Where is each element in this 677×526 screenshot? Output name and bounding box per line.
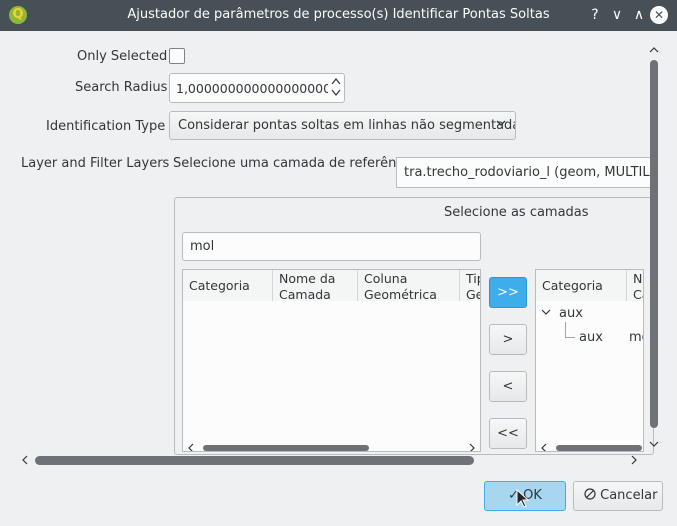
selected-layers-table[interactable]: Categoria N Ca aux aux mo [535, 269, 644, 452]
layer-selector-title: Selecione as camadas [444, 205, 589, 220]
search-radius-label: Search Radius [75, 80, 168, 95]
tree-parent-label[interactable]: aux [559, 306, 583, 321]
layer-search-input[interactable]: mol [182, 232, 481, 261]
cancel-icon [584, 488, 600, 503]
close-button[interactable]: ✕ [650, 6, 668, 24]
reference-layer-prompt: Selecione uma camada de referência [173, 156, 416, 171]
cancel-label: Cancelar [600, 488, 658, 503]
minimize-button[interactable]: ∨ [607, 5, 627, 25]
column-header-tipo-geometria[interactable]: Tip Ge [460, 270, 480, 301]
right-column-header-categoria[interactable]: Categoria [536, 270, 627, 301]
spin-arrows-icon[interactable] [330, 76, 342, 100]
add-button[interactable]: > [489, 324, 527, 355]
reference-layer-field[interactable]: tra.trecho_rodoviario_l (geom, MULTILINE… [396, 157, 656, 188]
identification-type-label: Identification Type [46, 119, 166, 134]
help-button[interactable]: ? [585, 5, 605, 25]
mouse-cursor-icon [516, 488, 530, 509]
tree-child-name[interactable]: mo [629, 330, 643, 345]
only-selected-checkbox[interactable] [169, 48, 185, 64]
chevron-down-icon [495, 117, 507, 132]
tree-expand-icon[interactable] [540, 306, 554, 320]
search-radius-spinbox[interactable]: 1,00000000000000000000 [169, 73, 345, 103]
selected-table-hscrollbar[interactable] [540, 442, 642, 451]
tree-branch-line [565, 322, 575, 338]
column-header-categoria[interactable]: Categoria [183, 270, 273, 301]
available-layers-table[interactable]: Categoria Nome da Camada Coluna Geométri… [182, 269, 481, 452]
layer-filter-label: Layer and Filter Layers [21, 156, 170, 171]
remove-button[interactable]: < [489, 371, 527, 402]
maximize-button[interactable]: ∧ [629, 5, 649, 25]
column-header-coluna-geometrica[interactable]: Coluna Geométrica [358, 270, 460, 301]
column-header-nome-camada[interactable]: Nome da Camada [273, 270, 358, 301]
identification-type-combo[interactable]: Considerar pontas soltas em linhas não s… [169, 111, 516, 140]
cancel-button[interactable]: Cancelar [573, 481, 663, 511]
only-selected-label: Only Selected [77, 49, 168, 64]
window-titlebar[interactable]: Q Ajustador de parâmetros de processo(s)… [0, 0, 677, 31]
search-radius-value: 1,00000000000000000000 [176, 81, 328, 96]
dialog-hscrollbar[interactable] [18, 453, 643, 467]
identification-type-value: Considerar pontas soltas em linhas não s… [178, 118, 516, 133]
dialog-content: Only Selected Search Radius 1,0000000000… [0, 31, 677, 526]
window-title: Ajustador de parâmetros de processo(s) I… [127, 7, 550, 22]
right-column-header-nome[interactable]: N Ca [627, 270, 643, 301]
dialog-vscrollbar[interactable] [647, 43, 661, 451]
available-table-hscrollbar[interactable] [187, 442, 477, 451]
tree-child-category[interactable]: aux [579, 330, 603, 345]
remove-all-button[interactable]: << [489, 418, 527, 449]
add-all-button[interactable]: >> [489, 277, 527, 308]
